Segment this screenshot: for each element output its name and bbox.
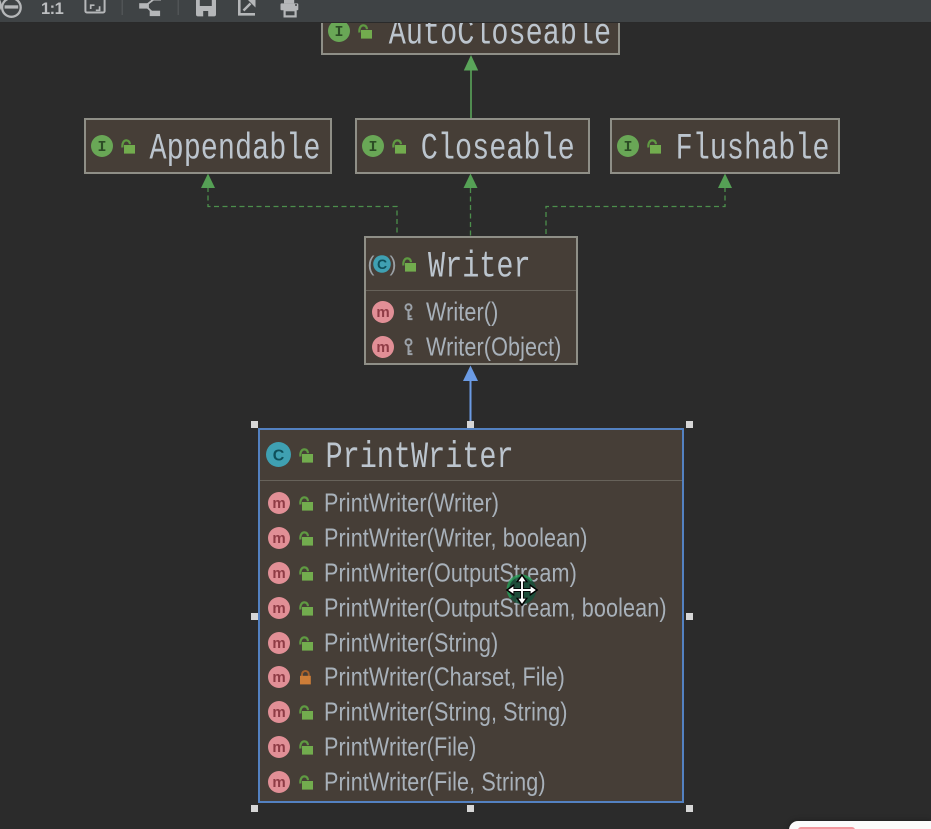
svg-text:I: I <box>623 139 632 156</box>
svg-text:m: m <box>272 600 285 617</box>
svg-text:1:1: 1:1 <box>41 0 64 18</box>
svg-text:m: m <box>272 530 285 547</box>
svg-text:I: I <box>334 24 343 41</box>
svg-text:m: m <box>376 304 389 321</box>
svg-text:m: m <box>272 495 285 512</box>
svg-text:m: m <box>272 670 285 687</box>
svg-text:C: C <box>272 448 284 465</box>
svg-text:m: m <box>272 774 285 791</box>
svg-text:m: m <box>272 565 285 582</box>
svg-text:m: m <box>272 739 285 756</box>
svg-text:): ) <box>390 253 397 276</box>
svg-text:m: m <box>376 339 389 356</box>
svg-text:m: m <box>272 704 285 721</box>
svg-text:I: I <box>368 139 377 156</box>
svg-text:C: C <box>377 256 387 272</box>
svg-text:m: m <box>272 635 285 652</box>
svg-text:I: I <box>97 139 106 156</box>
